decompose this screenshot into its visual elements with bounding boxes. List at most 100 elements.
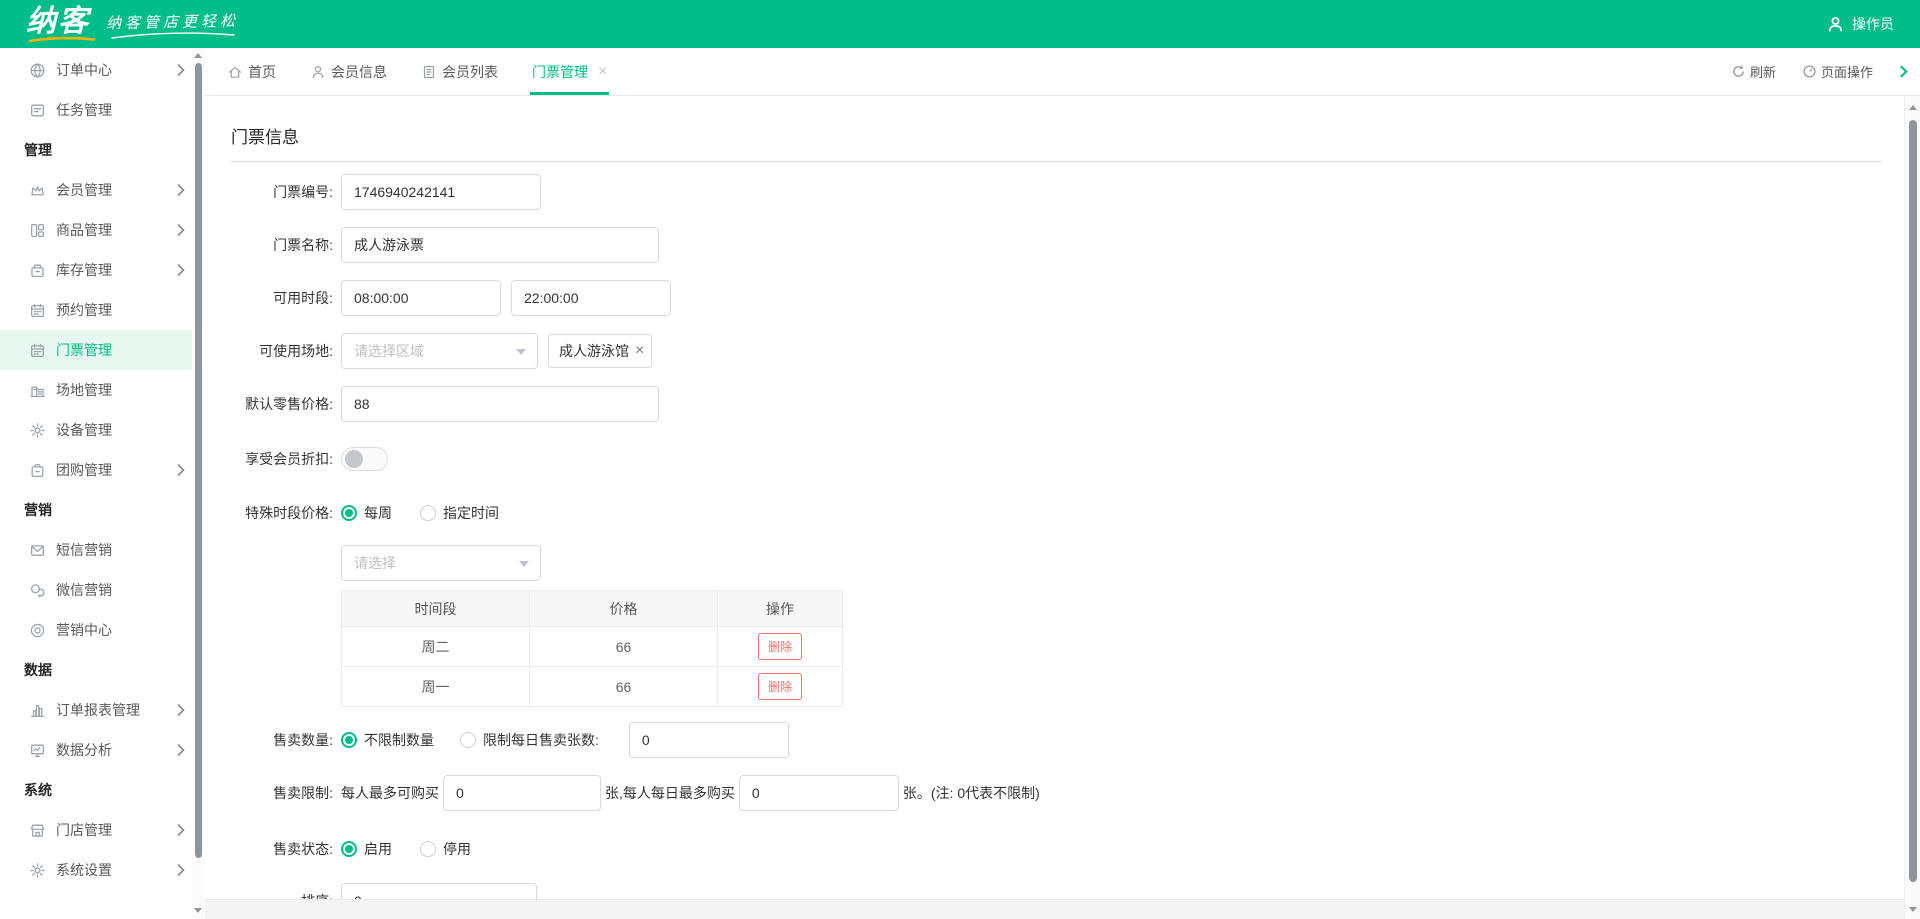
main-scrollbar-thumb[interactable] <box>1909 120 1917 882</box>
sidebar-item[interactable]: 库存管理 <box>0 250 192 290</box>
radio-unchecked-icon <box>420 841 436 857</box>
sidebar-item[interactable]: 任务管理 <box>0 90 192 130</box>
radio-disable[interactable]: 停用 <box>420 839 471 859</box>
radio-weekly[interactable]: 每周 <box>341 503 392 523</box>
radio-checked-icon <box>341 841 357 857</box>
bar-chart-icon <box>28 701 46 719</box>
sidebar-item[interactable]: 订单报表管理 <box>0 690 192 730</box>
gauge-icon <box>1802 64 1817 79</box>
member-discount-toggle[interactable] <box>341 447 388 471</box>
user-icon <box>1826 15 1845 34</box>
daily-qty-input[interactable] <box>629 722 789 758</box>
sidebar-section-label: 系统 <box>24 780 52 800</box>
price-cell: 66 <box>530 667 718 707</box>
caret-down-icon <box>519 561 529 567</box>
current-user[interactable]: 操作员 <box>1826 14 1894 34</box>
delete-button[interactable]: 删除 <box>758 633 802 660</box>
sidebar-item[interactable]: 团购管理 <box>0 450 192 490</box>
sidebar-item-label: 数据分析 <box>56 740 112 760</box>
tab-bar: 首页 会员信息 会员列表 门票管理× 刷新 页面操作 <box>205 48 1920 96</box>
sidebar-section: 系统 <box>0 770 192 810</box>
store-icon <box>28 821 46 839</box>
tab-门票管理[interactable]: 门票管理× <box>530 48 609 95</box>
price-input[interactable] <box>341 386 659 422</box>
ticket-name-input[interactable] <box>341 227 659 263</box>
page-actions-button[interactable]: 页面操作 <box>1802 62 1873 81</box>
scroll-down-icon[interactable] <box>194 908 202 913</box>
ticket-no-label: 门票编号: <box>231 182 333 202</box>
sale-status-label: 售卖状态: <box>231 839 333 859</box>
chevron-right-icon <box>177 64 185 76</box>
sale-limit-label: 售卖限制: <box>231 783 333 803</box>
tab-会员列表[interactable]: 会员列表 <box>419 48 500 95</box>
chevron-right-icon <box>177 184 185 196</box>
page-actions-label: 页面操作 <box>1821 62 1873 81</box>
sidebar-item-label: 订单报表管理 <box>56 700 140 720</box>
scroll-up-icon[interactable] <box>1909 105 1917 110</box>
sidebar-item[interactable]: 系统设置 <box>0 850 192 890</box>
weekday-select[interactable]: 请选择 <box>341 545 541 581</box>
sidebar-item[interactable]: 营销中心 <box>0 610 192 650</box>
tab-会员信息[interactable]: 会员信息 <box>308 48 389 95</box>
table-row: 周一66 删除 <box>342 667 842 707</box>
sidebar-item-label: 门票管理 <box>56 340 112 360</box>
sidebar-item-label: 库存管理 <box>56 260 112 280</box>
max-per-day-input[interactable] <box>739 775 899 811</box>
radio-unlimited-qty[interactable]: 不限制数量 <box>341 730 434 750</box>
tab-label: 会员信息 <box>331 62 387 82</box>
sidebar-section-label: 营销 <box>24 500 52 520</box>
venue-tag: 成人游泳馆 × <box>548 334 652 368</box>
brand-tagline: 纳客管店更轻松 <box>106 9 239 32</box>
sidebar-item-label: 系统设置 <box>56 860 112 880</box>
period-cell: 周二 <box>342 627 530 667</box>
venue-select[interactable]: 请选择区域 <box>341 333 538 369</box>
sidebar-item[interactable]: 订单中心 <box>0 50 192 90</box>
time-start-input[interactable] <box>341 280 501 316</box>
monitor-chart-icon <box>28 741 46 759</box>
sidebar-item[interactable]: 微信营销 <box>0 570 192 610</box>
page-title: 门票信息 <box>231 123 299 148</box>
scroll-down-icon[interactable] <box>1909 907 1917 912</box>
sidebar-item[interactable]: 门店管理 <box>0 810 192 850</box>
tab-label: 会员列表 <box>442 62 498 82</box>
max-per-person-input[interactable] <box>443 775 601 811</box>
sidebar-item[interactable]: 场地管理 <box>0 370 192 410</box>
delete-button[interactable]: 删除 <box>758 673 802 700</box>
radio-daily-limit[interactable]: 限制每日售卖张数: <box>460 730 599 750</box>
sidebar-scrollbar[interactable] <box>192 48 205 919</box>
venue-tag-label: 成人游泳馆 <box>559 341 629 361</box>
list-icon <box>421 64 437 80</box>
sort-label: 排序: <box>231 891 333 899</box>
goods-icon <box>28 221 46 239</box>
period-cell: 周一 <box>342 667 530 707</box>
chevron-right-icon <box>177 744 185 756</box>
wechat-icon <box>28 581 46 599</box>
chevron-right-icon <box>177 864 185 876</box>
radio-specified-time[interactable]: 指定时间 <box>420 503 499 523</box>
radio-checked-icon <box>341 505 357 521</box>
sidebar-item[interactable]: 商品管理 <box>0 210 192 250</box>
sidebar-item[interactable]: 数据分析 <box>0 730 192 770</box>
time-end-input[interactable] <box>511 280 671 316</box>
chevron-right-icon[interactable] <box>1899 65 1908 78</box>
refresh-button[interactable]: 刷新 <box>1731 62 1776 81</box>
close-icon[interactable]: × <box>598 64 607 80</box>
sort-input[interactable] <box>341 883 537 899</box>
sidebar-item-label: 场地管理 <box>56 380 112 400</box>
sidebar-item[interactable]: 预约管理 <box>0 290 192 330</box>
calendar-icon <box>28 341 46 359</box>
sidebar-item[interactable]: 设备管理 <box>0 410 192 450</box>
sidebar-item-label: 短信营销 <box>56 540 112 560</box>
tab-首页[interactable]: 首页 <box>225 48 278 95</box>
sidebar-item-label: 团购管理 <box>56 460 112 480</box>
sidebar-item[interactable]: 短信营销 <box>0 530 192 570</box>
sidebar-item[interactable]: 门票管理 <box>0 330 192 370</box>
sidebar-item[interactable]: 会员管理 <box>0 170 192 210</box>
tag-close-icon[interactable]: × <box>635 343 644 359</box>
scroll-up-icon[interactable] <box>194 53 202 58</box>
radio-enable[interactable]: 启用 <box>341 839 392 859</box>
ticket-no-input[interactable] <box>341 174 541 210</box>
sidebar-section-label: 管理 <box>24 140 52 160</box>
main-scrollbar[interactable] <box>1904 96 1920 919</box>
sidebar-scrollbar-thumb[interactable] <box>195 63 202 858</box>
